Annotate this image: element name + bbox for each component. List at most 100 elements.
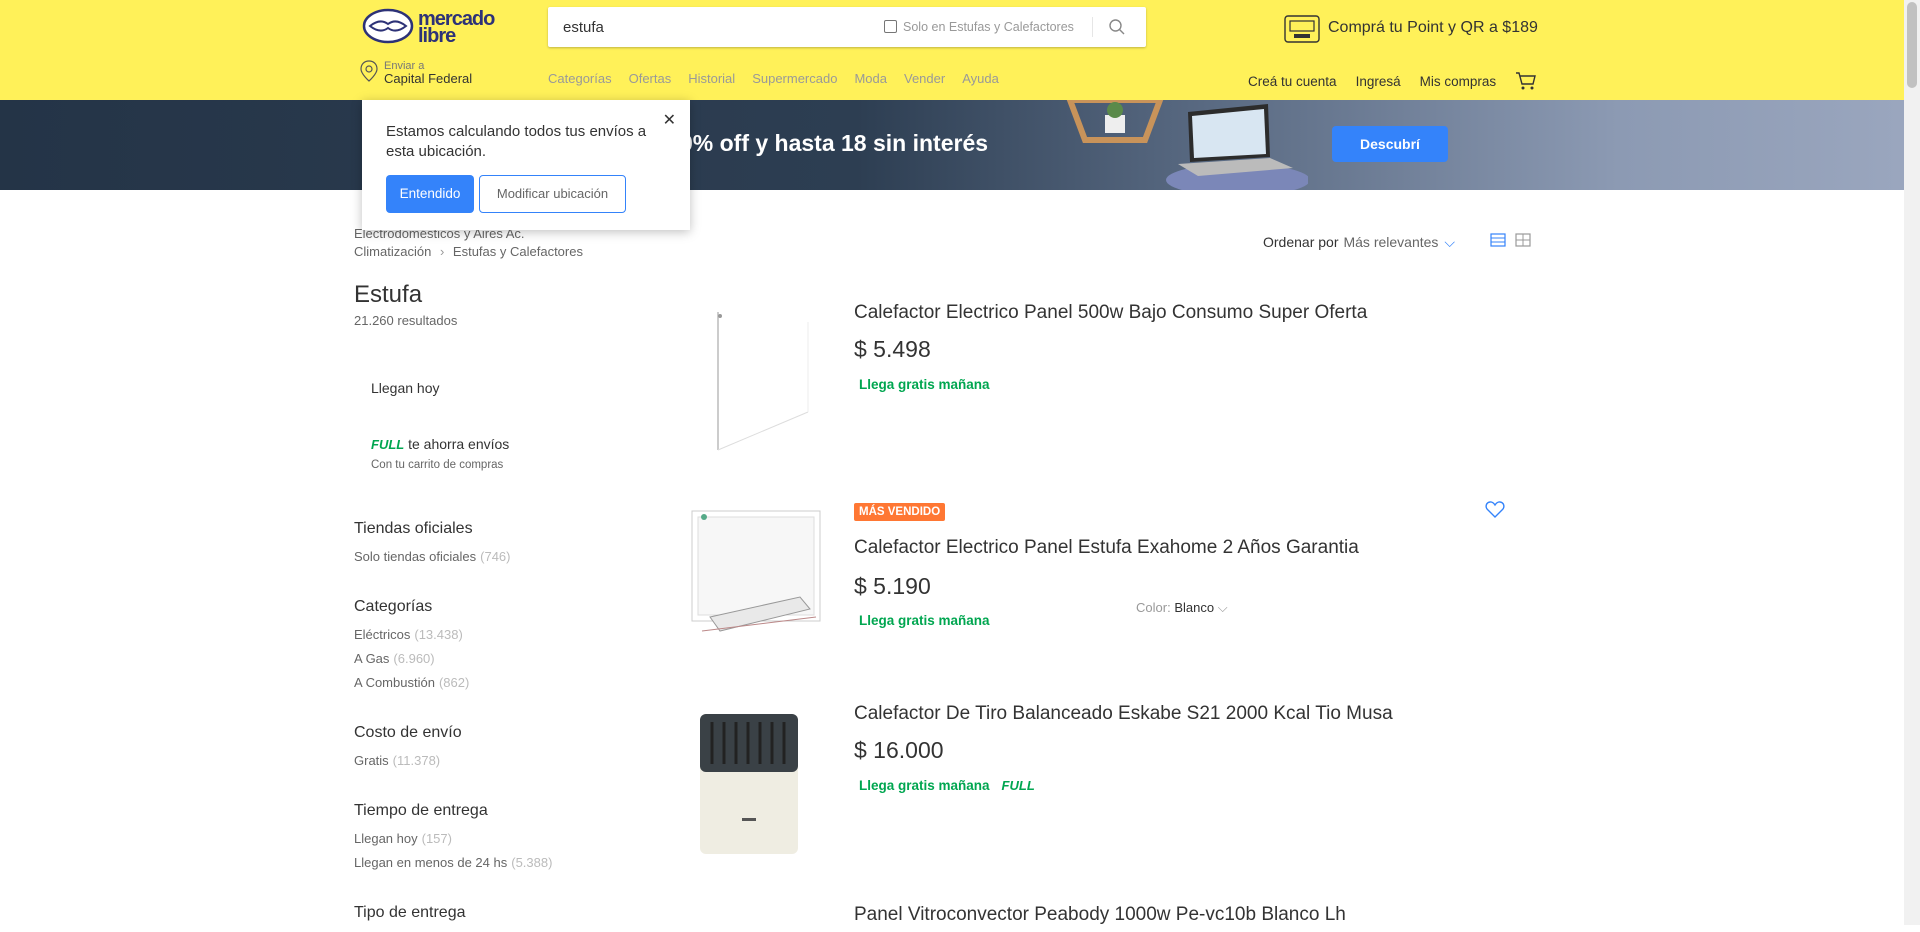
list-view-icon[interactable]	[1490, 233, 1506, 247]
best-seller-badge: MÁS VENDIDO	[854, 503, 946, 521]
filter-option[interactable]: Gratis (11.378)	[354, 752, 462, 776]
filter-option[interactable]: Eléctricos (13.438)	[354, 626, 469, 650]
product-shipping: Llega gratis mañana	[859, 377, 990, 392]
mercadolibre-logo[interactable]: mercado libre	[362, 8, 502, 48]
nav-historial[interactable]: Historial	[688, 71, 735, 86]
banner-discover-button[interactable]: Descubrí	[1332, 126, 1448, 162]
nav-vender[interactable]: Vender	[904, 71, 945, 86]
banner-text: a 40% off y hasta 18 sin interés	[648, 130, 989, 156]
modify-location-button[interactable]: Modificar ubicación	[479, 175, 626, 213]
only-category-label: Solo en Estufas y Calefactores	[903, 20, 1074, 34]
create-account-link[interactable]: Creá tu cuenta	[1248, 74, 1337, 89]
scrollbar[interactable]	[1904, 0, 1920, 925]
filter-heading: Tiempo de entrega	[354, 802, 488, 819]
color-value: Blanco	[1174, 600, 1215, 615]
product-image[interactable]	[680, 708, 830, 858]
product-title[interactable]: Calefactor Electrico Panel Estufa Exahom…	[854, 537, 1359, 559]
full-badge: FULL	[371, 437, 405, 452]
filter-shipping-cost: Costo de envío Gratis (11.378)	[354, 724, 462, 776]
scrollbar-thumb[interactable]	[1907, 2, 1917, 88]
nav-categorias[interactable]: Categorías	[548, 71, 612, 86]
product-image[interactable]	[680, 507, 830, 657]
account-nav: Creá tu cuenta Ingresá Mis compras	[1248, 71, 1537, 91]
full-text: te ahorra envíos	[408, 436, 510, 452]
point-device-icon	[1284, 15, 1320, 43]
product-card[interactable]: MÁS VENDIDO Calefactor Electrico Panel E…	[680, 500, 1540, 653]
nav-ofertas[interactable]: Ofertas	[629, 71, 672, 86]
delivery-filter-card: Llegan hoy FULL te ahorra envíos Con tu …	[354, 360, 554, 471]
shipping-text: Llega gratis mañana	[859, 778, 990, 793]
breadcrumb: Climatización › Estufas y Calefactores	[354, 244, 583, 259]
search-input[interactable]: estufa	[563, 19, 604, 36]
filter-categories: Categorías Eléctricos (13.438) A Gas (6.96…	[354, 598, 469, 698]
only-category-checkbox[interactable]	[884, 20, 897, 33]
filter-full[interactable]: FULL te ahorra envíos	[371, 436, 509, 452]
promo-text: Comprá tu Point y QR a $189	[1328, 19, 1538, 36]
color-label: Color:	[1136, 600, 1171, 615]
handshake-logo-icon	[362, 8, 414, 44]
chevron-right-icon: ›	[439, 244, 445, 259]
location-popup: ✕ Estamos calculando todos tus envíos a …	[362, 100, 690, 230]
product-price: $ 5.498	[854, 336, 931, 362]
point-promo[interactable]: Comprá tu Point y QR a $189	[1284, 14, 1538, 49]
nav-supermercado[interactable]: Supermercado	[752, 71, 837, 86]
filter-delivery-type: Tipo de entrega	[354, 904, 465, 932]
logo-text-2: libre	[418, 25, 456, 47]
filter-option[interactable]: A Combustión (862)	[354, 674, 469, 698]
promo-banner[interactable]: a 40% off y hasta 18 sin interés Descubr…	[0, 100, 1904, 190]
product-shipping: Llega gratis mañana FULL	[859, 778, 1035, 793]
breadcrumb-item-estufas[interactable]: Estufas y Calefactores	[453, 244, 583, 259]
login-link[interactable]: Ingresá	[1356, 74, 1401, 89]
nav-ayuda[interactable]: Ayuda	[962, 71, 999, 86]
chevron-down-icon: ⌵	[1444, 234, 1456, 250]
sort-label: Ordenar por	[1263, 234, 1339, 250]
filter-delivery-time: Tiempo de entrega Llegan hoy (157) Llegan…	[354, 802, 552, 878]
close-icon[interactable]: ✕	[663, 110, 676, 130]
location-pin-icon	[360, 60, 378, 82]
sort-value: Más relevantes	[1343, 234, 1439, 250]
chevron-down-icon: ⌵	[1217, 600, 1228, 615]
full-subtext: Con tu carrito de compras	[371, 459, 504, 471]
ship-to-location: Capital Federal	[384, 71, 473, 86]
filter-option[interactable]: Solo tiendas oficiales (746)	[354, 548, 511, 572]
color-selector[interactable]: Color: Blanco ⌵	[1136, 600, 1228, 616]
cart-icon[interactable]	[1515, 71, 1537, 91]
search-bar: estufa Solo en Estufas y Calefactores	[548, 7, 1146, 47]
header: mercado libre estufa Solo en Estufas y Ca…	[0, 0, 1904, 100]
filter-heading: Categorías	[354, 598, 433, 615]
full-badge: FULL	[1001, 778, 1035, 793]
product-title[interactable]: Calefactor De Tiro Balanceado Eskabe S21…	[854, 703, 1393, 725]
results-count: 21.260 resultados	[354, 313, 458, 328]
filter-option[interactable]: A Gas (6.960)	[354, 650, 469, 674]
popup-message: Estamos calculando todos tus envíos a es…	[386, 123, 647, 160]
search-icon[interactable]	[1108, 18, 1126, 36]
filter-arrive-today[interactable]: Llegan hoy	[371, 380, 440, 396]
confirm-button[interactable]: Entendido	[386, 175, 474, 213]
product-shipping: Llega gratis mañana	[859, 613, 990, 628]
view-toggle	[1490, 233, 1531, 247]
filter-option[interactable]: Llegan hoy (157)	[354, 830, 552, 854]
nav-moda[interactable]: Moda	[854, 71, 887, 86]
grid-view-icon[interactable]	[1515, 233, 1531, 247]
product-card[interactable]: Calefactor Electrico Panel 500w Bajo Con…	[680, 302, 1540, 462]
filter-heading: Tipo de entrega	[354, 904, 466, 921]
breadcrumb-item-climatizacion[interactable]: Climatización	[354, 244, 431, 259]
filter-option[interactable]: Llegan en menos de 24 hs (5.388)	[354, 854, 552, 878]
product-image[interactable]	[680, 302, 830, 452]
laptop-icon	[1166, 104, 1308, 190]
product-card[interactable]: Panel Vitroconvector Peabody 1000w Pe-vc…	[680, 904, 1540, 925]
page-title: Estufa	[354, 281, 423, 308]
my-purchases-link[interactable]: Mis compras	[1420, 74, 1497, 89]
shipping-location[interactable]: Enviar a Capital Federal	[360, 60, 472, 87]
product-card[interactable]: Calefactor De Tiro Balanceado Eskabe S21…	[680, 703, 1540, 854]
filter-official-stores: Tiendas oficiales Solo tiendas oficiales…	[354, 520, 511, 572]
main-nav: Categorías Ofertas Historial Supermercad…	[548, 71, 1016, 86]
filter-heading: Costo de envío	[354, 724, 462, 741]
heart-icon[interactable]	[1485, 500, 1505, 518]
shelf-plant-icon	[1066, 100, 1164, 143]
sort-dropdown[interactable]: Ordenar por Más relevantes ⌵	[1263, 234, 1455, 251]
product-title[interactable]: Panel Vitroconvector Peabody 1000w Pe-vc…	[854, 904, 1346, 925]
product-title[interactable]: Calefactor Electrico Panel 500w Bajo Con…	[854, 302, 1367, 324]
product-price: $ 5.190	[854, 573, 931, 599]
filter-heading: Tiendas oficiales	[354, 520, 473, 537]
